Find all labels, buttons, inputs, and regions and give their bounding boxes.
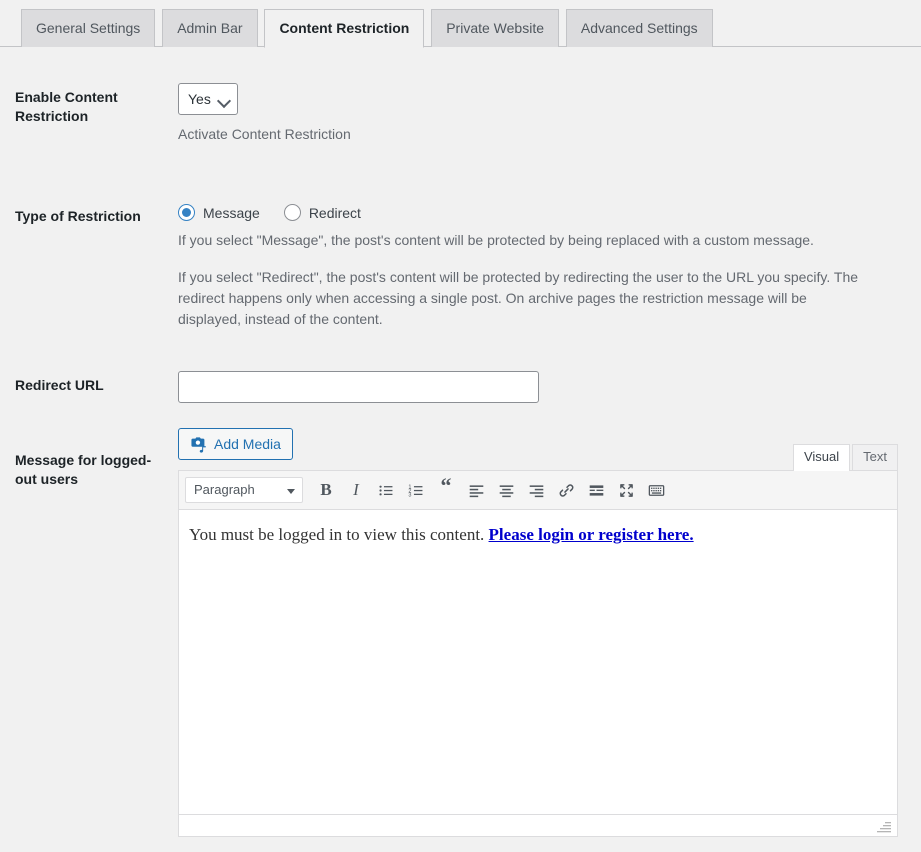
editor-mode-tabs: Visual Text (791, 444, 898, 470)
tab-admin-bar[interactable]: Admin Bar (162, 9, 257, 47)
radio-message-label: Message (203, 205, 260, 221)
editor-content-link[interactable]: Please login or register here. (489, 525, 694, 544)
row-enable-content-restriction: Enable Content Restriction Yes Activate … (0, 47, 921, 160)
align-center-icon[interactable] (492, 476, 520, 504)
fullscreen-icon[interactable] (612, 476, 640, 504)
type-of-restriction-radio-group: Message Redirect (178, 204, 911, 221)
add-media-button[interactable]: Add Media (178, 428, 293, 460)
editor-tab-text[interactable]: Text (852, 444, 898, 470)
row-type-of-restriction: Type of Restriction Message Redirect If … (0, 160, 921, 345)
tab-general-settings[interactable]: General Settings (21, 9, 155, 47)
blockquote-icon[interactable]: “ (432, 472, 460, 508)
row-message-for-logged-out-users: Message for logged-out users Add Media (0, 418, 921, 852)
insert-link-icon[interactable] (552, 476, 580, 504)
svg-text:3: 3 (408, 492, 411, 498)
label-redirect-url: Redirect URL (0, 345, 178, 415)
numbered-list-icon[interactable]: 1 2 3 (402, 476, 430, 504)
editor-media-row: Add Media Visual Text (178, 428, 898, 470)
row-redirect-url: Redirect URL (0, 345, 921, 418)
resize-grippie-icon[interactable] (871, 820, 893, 834)
add-media-label: Add Media (214, 436, 281, 452)
read-more-icon[interactable] (582, 476, 610, 504)
toolbar-toggle-icon[interactable] (642, 476, 670, 504)
redirect-url-input[interactable] (178, 371, 539, 403)
radio-redirect-input[interactable] (284, 204, 301, 221)
radio-message-input[interactable] (178, 204, 195, 221)
radio-option-redirect[interactable]: Redirect (284, 204, 361, 221)
type-description-redirect: If you select "Redirect", the post's con… (178, 267, 868, 330)
chevron-down-icon (287, 489, 295, 494)
format-select-value: Paragraph (194, 482, 255, 497)
content-restriction-form: Enable Content Restriction Yes Activate … (0, 47, 921, 852)
tab-private-website[interactable]: Private Website (431, 9, 559, 47)
tab-advanced-settings[interactable]: Advanced Settings (566, 9, 713, 47)
label-enable-content-restriction: Enable Content Restriction (0, 47, 178, 146)
editor-container: Paragraph B I (178, 470, 898, 837)
italic-icon[interactable]: I (342, 476, 370, 504)
label-type-of-restriction: Type of Restriction (0, 160, 178, 246)
radio-option-message[interactable]: Message (178, 204, 260, 221)
editor-status-bar (179, 814, 897, 836)
format-select[interactable]: Paragraph (185, 477, 303, 503)
enable-content-restriction-select[interactable]: Yes (178, 83, 238, 115)
label-message-for-logged-out-users: Message for logged-out users (0, 418, 178, 509)
editor-tab-visual[interactable]: Visual (793, 444, 850, 471)
enable-description: Activate Content Restriction (178, 124, 868, 145)
align-right-icon[interactable] (522, 476, 550, 504)
bold-icon[interactable]: B (312, 476, 340, 504)
wp-editor: Add Media Visual Text Paragraph B (178, 428, 898, 837)
editor-toolbar: Paragraph B I (179, 471, 897, 510)
chevron-down-icon (217, 94, 231, 108)
media-camera-icon (190, 435, 208, 453)
enable-select-value: Yes (188, 91, 211, 107)
radio-redirect-label: Redirect (309, 205, 361, 221)
editor-content-text: You must be logged in to view this conte… (189, 525, 489, 544)
settings-tab-bar: General Settings Admin Bar Content Restr… (0, 0, 921, 47)
editor-content-area[interactable]: You must be logged in to view this conte… (179, 510, 897, 814)
tab-content-restriction[interactable]: Content Restriction (264, 9, 424, 48)
bullet-list-icon[interactable] (372, 476, 400, 504)
align-left-icon[interactable] (462, 476, 490, 504)
type-description-message: If you select "Message", the post's cont… (178, 230, 868, 251)
